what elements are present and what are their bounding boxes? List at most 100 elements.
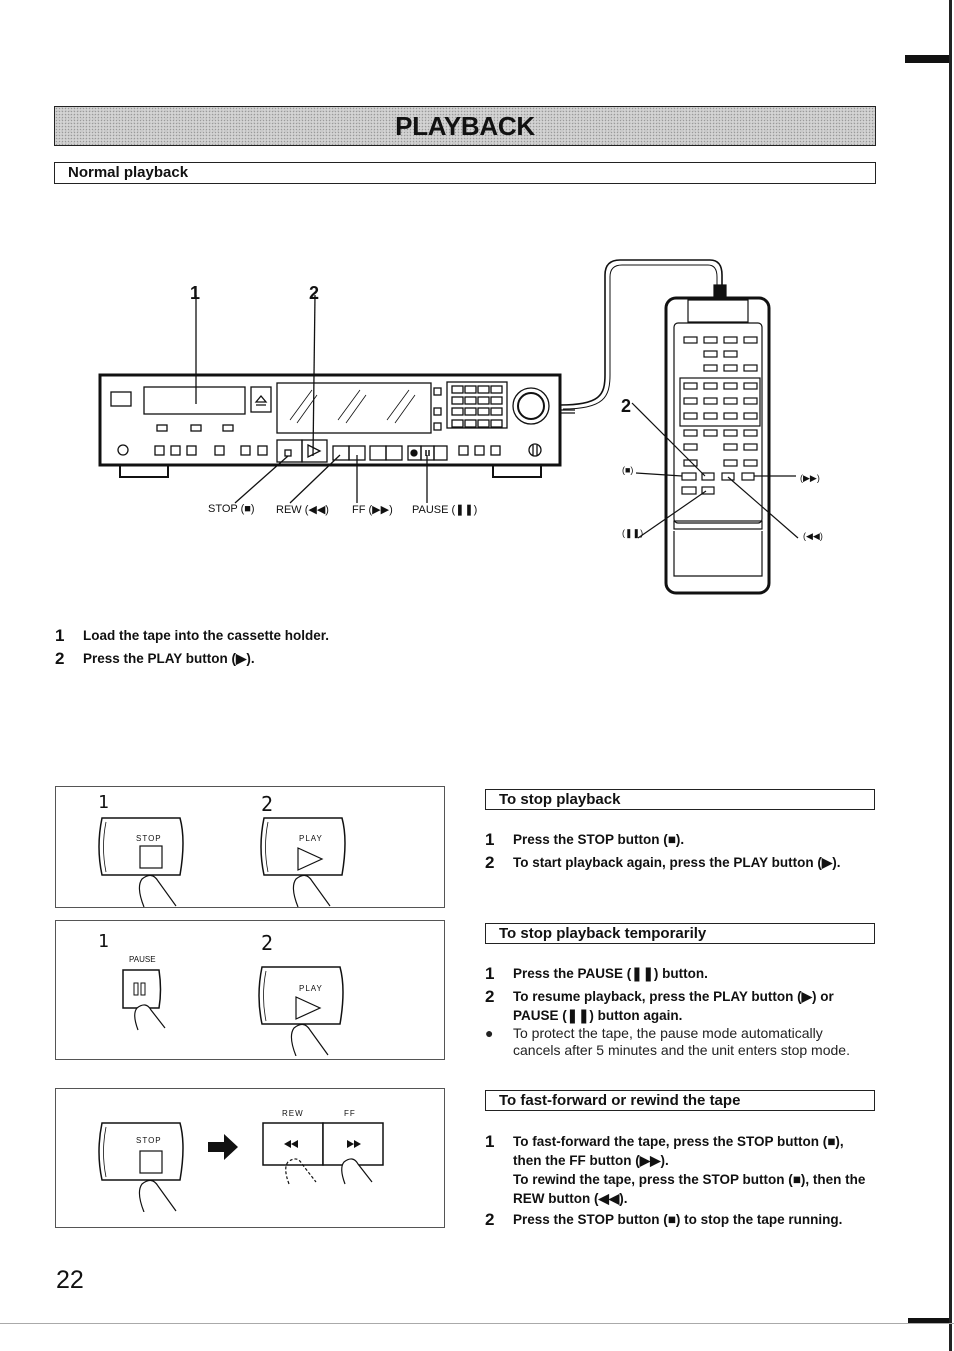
rew-ff-buttons-drawing — [262, 1122, 384, 1185]
page-edge-shadow — [949, 0, 952, 1351]
deck-callout-step2: 2 — [309, 283, 320, 303]
corner-artifact — [905, 55, 949, 63]
step-text: To resume playback, press the PLAY butto… — [513, 989, 834, 1023]
step-number: 2 — [485, 853, 495, 872]
finger-icon — [134, 1004, 166, 1031]
arrow-right-icon — [208, 1134, 238, 1160]
ff-button-label: FF — [344, 1109, 356, 1118]
step-text: Press the STOP button (■). — [513, 832, 685, 847]
section-heading-text: To fast-forward or rewind the tape — [499, 1092, 741, 1109]
pause-button-drawing — [122, 969, 166, 1031]
deck-rew-button — [332, 445, 350, 461]
bullet-icon: ● — [485, 1025, 494, 1041]
page-bottom-rule — [0, 1323, 954, 1324]
callout-line-stop — [234, 455, 289, 504]
stop-button-label: STOP — [136, 834, 162, 843]
step-item: 2 Press the PLAY button (▶). — [55, 649, 475, 668]
keypad-buttons — [451, 385, 503, 428]
step-text: To start playback again, press the PLAY … — [513, 855, 841, 870]
deck-foot-left — [119, 465, 169, 478]
step-item: 2 To resume playback, press the PLAY but… — [485, 987, 870, 1025]
eject-button — [250, 386, 272, 413]
finger-icon — [290, 1023, 329, 1056]
page-title-banner: PLAYBACK — [54, 106, 876, 146]
step-text-continued: To rewind the tape, press the STOP butto… — [513, 1172, 866, 1206]
step-item: 1 Press the PAUSE (❚❚) button. — [485, 964, 870, 983]
remote-cable — [560, 259, 723, 406]
remote-callout-rew: (◀◀) — [803, 531, 823, 541]
remote-callout-ff: (▶▶) — [800, 473, 820, 483]
note-text: To protect the tape, the pause mode auto… — [513, 1025, 850, 1058]
corner-artifact-bottom — [908, 1318, 949, 1323]
section-heading-normal-playback: Normal playback — [54, 162, 876, 184]
stop-playback-steps: 1 Press the STOP button (■). 2 To start … — [485, 830, 885, 872]
step-number: 2 — [485, 1210, 495, 1229]
finger-icon — [138, 1179, 177, 1212]
step-number: 1 — [55, 626, 65, 645]
section-heading-ff-rewind: To fast-forward or rewind the tape — [485, 1090, 875, 1111]
remote-rew-button — [721, 472, 735, 481]
play-button-label: PLAY — [299, 834, 323, 843]
illustration-panel-stop-play: 1 2 STOP PLAY — [55, 786, 445, 908]
remote-buttons — [679, 336, 761, 495]
panel-step1-label: 1 — [98, 931, 109, 952]
page-title: PLAYBACK — [395, 110, 535, 141]
step-item: 2 Press the STOP button (■) to stop the … — [485, 1210, 875, 1229]
ff-rewind-steps: 1 To fast-forward the tape, press the ST… — [485, 1132, 875, 1229]
step-number: 1 — [485, 1132, 495, 1151]
step-item: 1 Press the STOP button (■). — [485, 830, 885, 849]
step-text: Press the STOP button (■) to stop the ta… — [513, 1212, 843, 1227]
step-item: 1 Load the tape into the cassette holder… — [55, 626, 475, 645]
illustration-panel-stop-rew-ff: STOP REW FF — [55, 1088, 445, 1228]
section-heading-text: To stop playback — [499, 791, 621, 808]
power-button — [110, 391, 132, 407]
page-number: 22 — [56, 1266, 84, 1294]
pause-button-label: PAUSE — [129, 955, 156, 964]
deck-callout-stop: STOP (■) — [208, 503, 255, 515]
rew-button-label: REW — [282, 1109, 304, 1118]
deck-callout-rew: REW (◀◀) — [276, 504, 329, 516]
panel-step1-label: 1 — [98, 792, 109, 813]
section-heading-text: To stop playback temporarily — [499, 925, 707, 942]
stop-button-label: STOP — [136, 1136, 162, 1145]
remote-control-illustration — [560, 259, 799, 595]
step-text: Load the tape into the cassette holder. — [83, 628, 330, 643]
play-button-label: PLAY — [299, 984, 323, 993]
stop-temporarily-steps: 1 Press the PAUSE (❚❚) button. 2 To resu… — [485, 964, 870, 1059]
section-heading-stop-temporarily: To stop playback temporarily — [485, 923, 875, 944]
finger-icon — [292, 874, 331, 907]
panel-step2-label: 2 — [261, 931, 274, 955]
step-text-group: To fast-forward the tape, press the STOP… — [513, 1132, 875, 1208]
step-item: 1 To fast-forward the tape, press the ST… — [485, 1132, 875, 1208]
step-text: Press the PLAY button (▶). — [83, 651, 255, 666]
finger-icon — [138, 874, 177, 907]
step-number: 2 — [55, 649, 65, 668]
step-number: 2 — [485, 987, 495, 1006]
section-heading-text: Normal playback — [68, 164, 189, 181]
note-item: ● To protect the tape, the pause mode au… — [485, 1025, 870, 1059]
play-button-drawing — [258, 966, 344, 1056]
play-button-drawing — [260, 817, 346, 907]
section-heading-stop-playback: To stop playback — [485, 789, 875, 810]
remote-callout-step2: 2 — [621, 396, 632, 416]
normal-playback-steps: 1 Load the tape into the cassette holder… — [55, 626, 475, 668]
step-text: Press the PAUSE (❚❚) button. — [513, 966, 708, 981]
remote-stop-button — [681, 472, 697, 481]
cassette-deck-illustration — [98, 294, 575, 504]
display-window — [276, 382, 432, 434]
remote-ff-button — [741, 472, 755, 481]
step-item: 2 To start playback again, press the PLA… — [485, 853, 885, 872]
headphone-jack — [117, 444, 129, 456]
keypad-panel — [446, 381, 508, 429]
deck-foot-right — [492, 465, 542, 478]
deck-stop-button — [276, 439, 303, 463]
deck-callout-ff: FF (▶▶) — [352, 504, 393, 516]
remote-callout-pause: (❚❚) — [622, 528, 644, 538]
deck-play-button — [301, 439, 328, 463]
remote-callout-stop: (■) — [622, 465, 634, 475]
step-number: 1 — [485, 964, 495, 983]
stop-button-drawing — [98, 817, 184, 907]
cassette-holder — [143, 386, 246, 415]
step-text: To fast-forward the tape, press the STOP… — [513, 1134, 844, 1168]
deck-callout-step1: 1 — [190, 283, 201, 303]
